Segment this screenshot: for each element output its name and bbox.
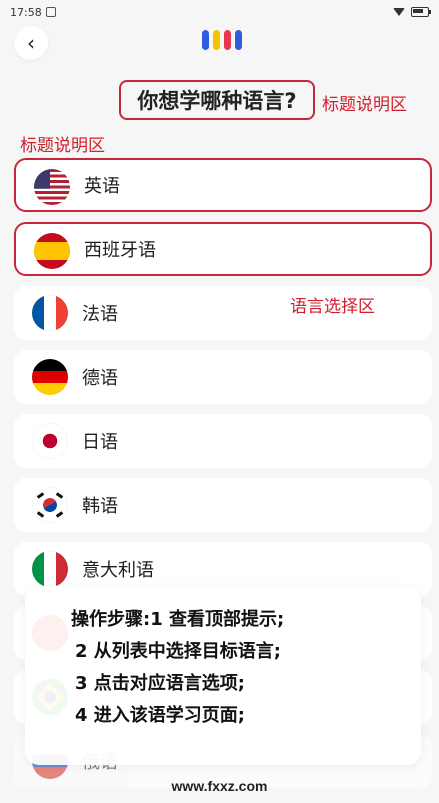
annotation-list-area: 语言选择区 <box>290 297 375 317</box>
germany-flag-icon <box>32 359 68 395</box>
status-time: 17:58 <box>10 5 42 19</box>
message-icon <box>45 7 56 17</box>
language-label: 韩语 <box>82 496 118 517</box>
status-left: 17:58 <box>10 6 56 19</box>
wifi-icon <box>393 8 405 16</box>
status-right <box>393 7 431 17</box>
chevron-left-icon: ‹ <box>27 31 35 55</box>
steps-line-2: 2 从列表中选择目标语言; <box>75 641 281 662</box>
steps-instruction-card: 操作步骤:1 查看顶部提示; 2 从列表中选择目标语言; 3 点击对应语言选项;… <box>25 586 421 765</box>
japan-flag-icon <box>32 423 68 459</box>
logo-bar-1 <box>202 30 209 50</box>
italy-flag-icon <box>32 551 68 587</box>
battery-icon <box>411 7 431 17</box>
status-bar: 17:58 <box>0 0 439 24</box>
page-title-text: 你想学哪种语言? <box>137 89 297 113</box>
steps-line-3: 3 点击对应语言选项; <box>75 673 245 694</box>
korea-flag-icon <box>32 487 68 523</box>
language-label: 日语 <box>82 432 118 453</box>
logo-bar-2 <box>213 30 220 50</box>
logo-bar-4 <box>235 30 242 50</box>
spain-flag-icon <box>34 233 70 269</box>
page-title: 你想学哪种语言? <box>119 80 315 120</box>
annotation-title-right: 标题说明区 <box>322 95 407 115</box>
language-item-english[interactable]: 英语 <box>14 158 432 212</box>
language-label: 英语 <box>84 176 120 197</box>
language-item-japanese[interactable]: 日语 <box>14 414 432 468</box>
steps-line-1: 操作步骤:1 查看顶部提示; <box>71 609 285 630</box>
language-label: 意大利语 <box>82 560 154 581</box>
language-item-korean[interactable]: 韩语 <box>14 478 432 532</box>
language-label: 德语 <box>82 368 118 389</box>
watermark: www.fxxz.com <box>171 778 268 794</box>
language-label: 法语 <box>82 304 118 325</box>
annotation-title-left: 标题说明区 <box>20 136 105 156</box>
us-flag-icon <box>34 169 70 205</box>
steps-line-4: 4 进入该语学习页面; <box>75 705 245 726</box>
logo-bar-3 <box>224 30 231 50</box>
language-item-german[interactable]: 德语 <box>14 350 432 404</box>
app-logo-icon <box>202 30 242 50</box>
language-label: 西班牙语 <box>84 240 156 261</box>
language-item-spanish[interactable]: 西班牙语 <box>14 222 432 276</box>
back-button[interactable]: ‹ <box>14 26 48 60</box>
france-flag-icon <box>32 295 68 331</box>
